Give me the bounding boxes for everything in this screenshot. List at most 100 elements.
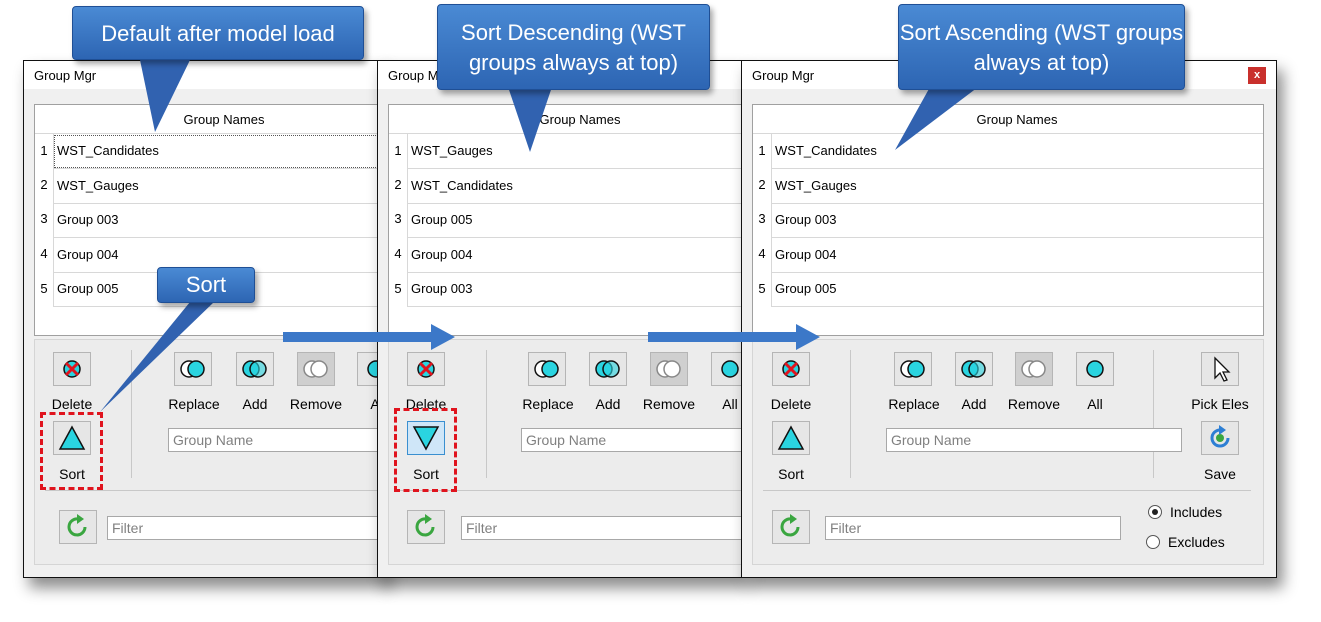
refresh-button[interactable] bbox=[772, 510, 810, 544]
refresh-icon bbox=[415, 514, 435, 537]
refresh-button[interactable] bbox=[59, 510, 97, 544]
group-names-table: Group Names 1 2 3 4 5 WST_Gauges WST_Can… bbox=[388, 104, 742, 336]
table-row[interactable]: WST_Gauges bbox=[53, 169, 384, 204]
flow-arrow-right bbox=[283, 324, 455, 350]
all-button[interactable] bbox=[1076, 352, 1114, 386]
remove-button[interactable] bbox=[650, 352, 688, 386]
delete-button[interactable] bbox=[772, 352, 810, 386]
group-name-cell: Group 004 bbox=[411, 247, 473, 262]
group-names-table: Group Names 1 2 3 4 5 WST_Candidates WST… bbox=[752, 104, 1264, 336]
pick-eles-button[interactable] bbox=[1201, 352, 1239, 386]
save-button[interactable] bbox=[1201, 421, 1239, 455]
delete-icon bbox=[417, 360, 435, 378]
group-name-cell: WST_Gauges bbox=[775, 178, 857, 193]
all-icon bbox=[1086, 360, 1104, 378]
column-header-group-names: Group Names bbox=[976, 112, 1058, 127]
row-number: 5 bbox=[394, 281, 402, 296]
cursor-icon bbox=[1214, 356, 1231, 382]
table-row[interactable]: Group 004 bbox=[771, 238, 1263, 273]
delete-label: Delete bbox=[51, 396, 93, 412]
table-row[interactable]: Group 004 bbox=[407, 238, 742, 273]
group-name-cell: Group 004 bbox=[775, 247, 837, 262]
group-name-cell: WST_Gauges bbox=[411, 143, 493, 158]
add-button[interactable] bbox=[589, 352, 627, 386]
table-row[interactable]: WST_Candidates bbox=[407, 169, 742, 204]
table-header: Group Names bbox=[753, 105, 1263, 134]
group-manager-window-3: Group Mgr x Group Names 1 2 3 4 5 WST_Ca… bbox=[741, 60, 1277, 578]
all-button[interactable] bbox=[711, 352, 742, 386]
divider bbox=[45, 490, 384, 491]
save-icon bbox=[1210, 425, 1230, 448]
group-name-cell: Group 004 bbox=[57, 247, 119, 262]
close-button[interactable]: x bbox=[1248, 67, 1266, 84]
refresh-button[interactable] bbox=[407, 510, 445, 544]
table-row[interactable]: WST_Candidates bbox=[771, 134, 1263, 169]
table-header: Group Names bbox=[35, 105, 384, 134]
callout-ascending: Sort Ascending (WST groups always at top… bbox=[898, 4, 1185, 90]
table-row[interactable]: Group 003 bbox=[771, 203, 1263, 238]
remove-button[interactable] bbox=[1015, 352, 1053, 386]
table-row[interactable]: Group 003 bbox=[407, 272, 742, 307]
row-number: 1 bbox=[40, 143, 48, 158]
row-number: 2 bbox=[758, 177, 766, 192]
add-icon bbox=[961, 360, 986, 378]
add-button[interactable] bbox=[955, 352, 993, 386]
delete-button[interactable] bbox=[407, 352, 445, 386]
divider bbox=[486, 350, 487, 478]
row-number: 1 bbox=[394, 143, 402, 158]
sort-ascending-icon bbox=[777, 425, 805, 450]
row-number: 4 bbox=[394, 246, 402, 261]
remove-icon bbox=[656, 360, 681, 378]
table-header: Group Names bbox=[389, 105, 742, 134]
excludes-radio[interactable]: Excludes bbox=[1146, 534, 1225, 550]
includes-radio[interactable]: Includes bbox=[1148, 504, 1222, 520]
filter-input[interactable]: Filter bbox=[825, 516, 1121, 540]
divider bbox=[763, 490, 1251, 491]
filter-input[interactable]: Filter bbox=[461, 516, 742, 540]
replace-button[interactable] bbox=[174, 352, 212, 386]
table-row[interactable]: WST_Candidates bbox=[53, 134, 384, 169]
replace-button[interactable] bbox=[528, 352, 566, 386]
group-name-input[interactable]: Group Name bbox=[168, 428, 384, 452]
table-row[interactable]: WST_Gauges bbox=[407, 134, 742, 169]
sort-button[interactable] bbox=[772, 421, 810, 455]
row-number: 3 bbox=[394, 211, 402, 226]
row-number: 5 bbox=[40, 281, 48, 296]
group-name-cell: WST_Candidates bbox=[411, 178, 513, 193]
group-name-cell: WST_Candidates bbox=[775, 143, 877, 158]
row-number: 1 bbox=[758, 143, 766, 158]
table-row[interactable]: WST_Gauges bbox=[771, 169, 1263, 204]
delete-button[interactable] bbox=[53, 352, 91, 386]
radio-selected-icon bbox=[1148, 505, 1162, 519]
table-row[interactable]: Group 005 bbox=[771, 272, 1263, 307]
add-icon bbox=[595, 360, 620, 378]
group-name-cell: Group 003 bbox=[775, 212, 837, 227]
row-number: 4 bbox=[40, 246, 48, 261]
sort-highlight-box bbox=[394, 408, 457, 492]
window-title: Group M bbox=[388, 68, 439, 83]
delete-icon bbox=[782, 360, 800, 378]
table-row[interactable]: Group 003 bbox=[53, 203, 384, 238]
group-name-cell: Group 005 bbox=[57, 281, 119, 296]
group-manager-window-1: Group Mgr Group Names 1 2 3 4 5 WST_Cand… bbox=[23, 60, 385, 578]
remove-button[interactable] bbox=[297, 352, 335, 386]
table-row[interactable]: Group 005 bbox=[407, 203, 742, 238]
group-name-input[interactable]: Group Name bbox=[521, 428, 742, 452]
controls-panel: Delete Replace Add Remove All Pick Eles … bbox=[752, 339, 1264, 565]
callout-descending: Sort Descending (WST groups always at to… bbox=[437, 4, 710, 90]
row-number: 5 bbox=[758, 281, 766, 296]
delete-label: Delete bbox=[770, 396, 812, 412]
filter-input[interactable]: Filter bbox=[107, 516, 384, 540]
group-manager-window-2: Group M Group Names 1 2 3 4 5 WST_Gauges… bbox=[377, 60, 743, 578]
group-name-input[interactable]: Group Name bbox=[886, 428, 1182, 452]
divider bbox=[850, 350, 851, 478]
window-title: Group Mgr bbox=[34, 68, 97, 83]
add-button[interactable] bbox=[236, 352, 274, 386]
delete-icon bbox=[63, 360, 81, 378]
replace-button[interactable] bbox=[894, 352, 932, 386]
row-number: 2 bbox=[394, 177, 402, 192]
includes-label: Includes bbox=[1170, 504, 1223, 520]
group-name-cell: Group 003 bbox=[57, 212, 119, 227]
refresh-icon bbox=[67, 514, 87, 537]
group-name-cell: Group 005 bbox=[775, 281, 837, 296]
